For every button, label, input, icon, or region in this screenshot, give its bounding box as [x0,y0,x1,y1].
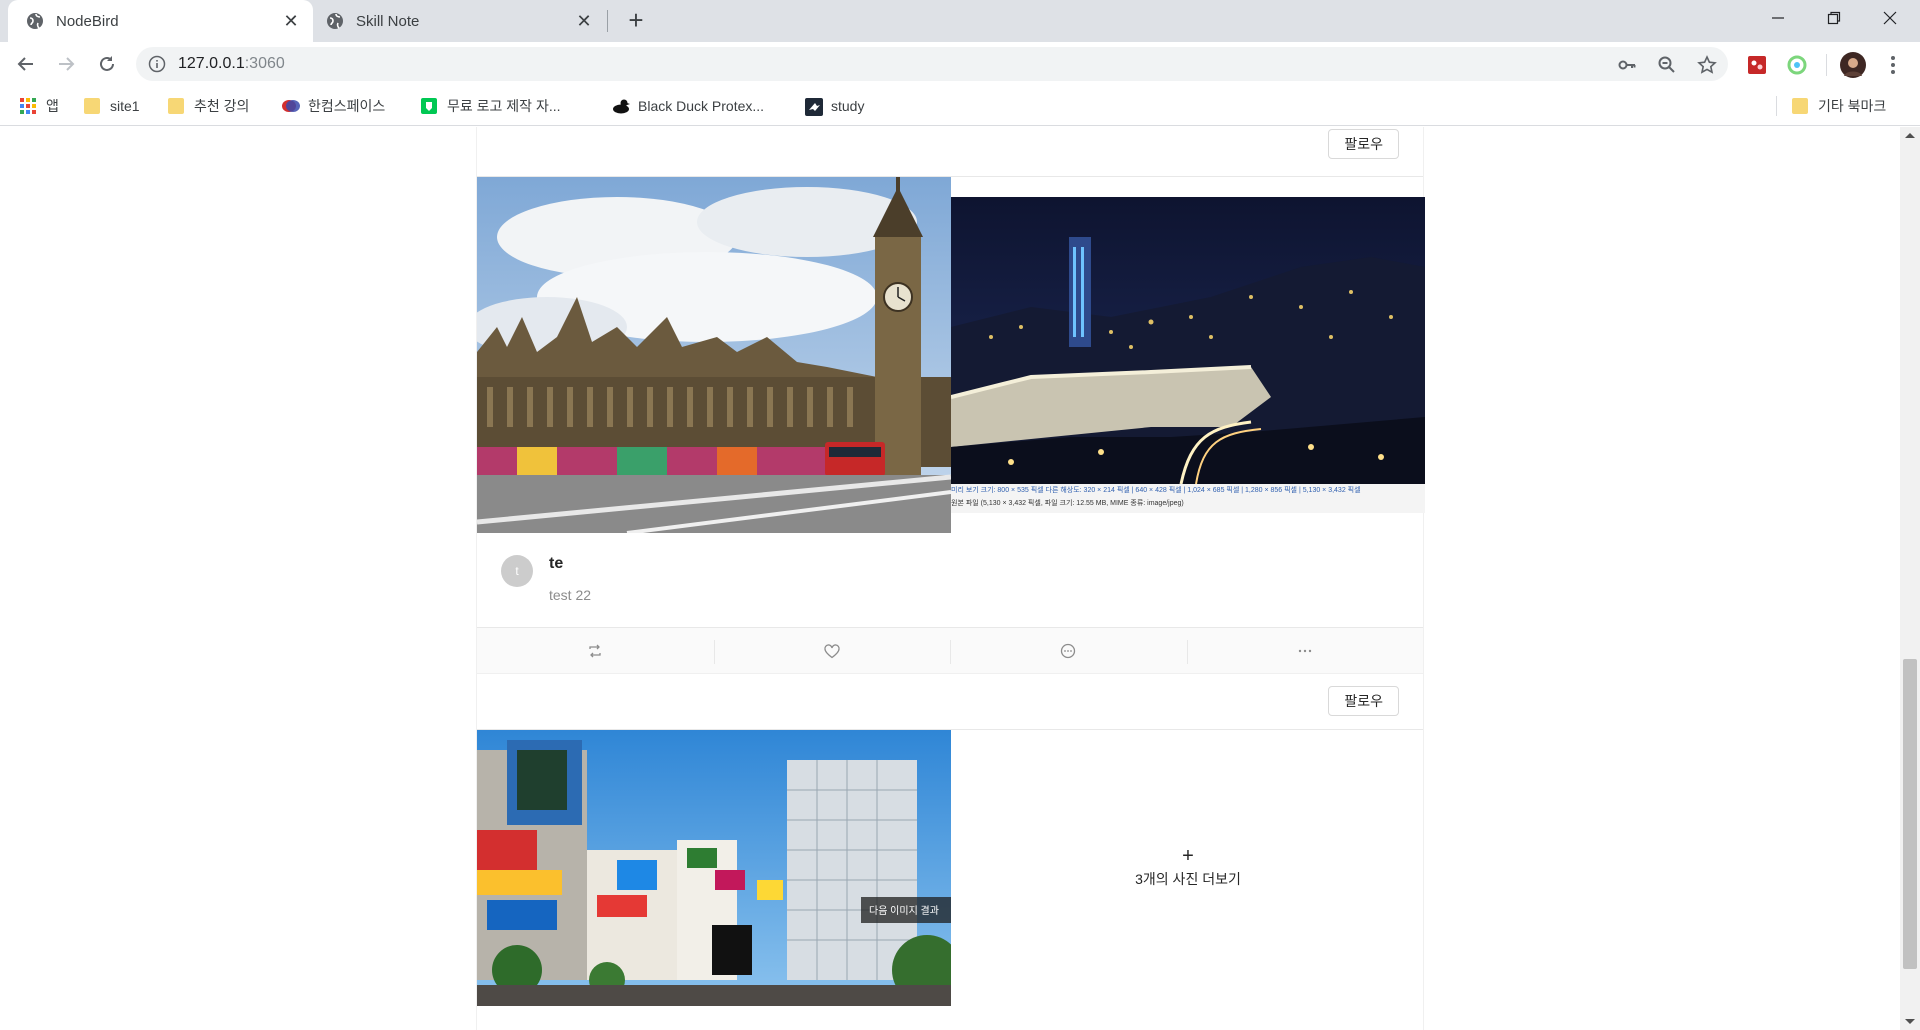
scroll-up-arrow-icon[interactable] [1905,133,1915,138]
bookmark-label: 무료 로고 제작 자... [447,98,561,114]
bookmark-star-icon[interactable] [1696,54,1718,76]
bookmark-recommended-lectures[interactable]: 추천 강의 [168,95,249,117]
bookmark-other-bookmarks[interactable]: 기타 북마크 [1792,95,1886,117]
follow-button[interactable]: 팔로우 [1328,686,1399,716]
bookmark-label: site1 [110,98,140,114]
image-caption: 미리 보기 크기: 800 × 535 픽셀 다른 해상도: 320 × 214… [951,484,1425,510]
tab-nodebird[interactable]: NodeBird ✕ [8,0,313,42]
page-scrollbar[interactable] [1900,127,1920,1030]
tab-separator [607,10,608,32]
close-icon [1883,11,1897,25]
bookmarks-bar: 앱 site1 추천 강의 한컴스페이스 무료 로고 제작 자... Black… [0,86,1920,126]
restore-icon [1827,11,1841,25]
seoul-night-city-photo[interactable]: 미리 보기 크기: 800 × 535 픽셀 다른 해상도: 320 × 214… [951,197,1425,513]
apps-grid-icon [20,98,36,114]
study-icon [805,98,823,116]
post-content: test 22 [549,587,592,603]
post-author: te [549,555,564,572]
close-tab-icon[interactable]: ✕ [281,11,301,31]
like-button[interactable] [713,628,951,674]
more-photos-label: 3개의 사진 더보기 [1135,871,1241,887]
more-options-button[interactable] [1186,628,1424,674]
globe-icon [326,12,344,30]
url-host: 127.0.0.1 [178,55,245,72]
bookmark-label: 추천 강의 [194,98,250,114]
post-actions [477,627,1423,675]
image-caption-line: 원본 파일 (5,130 × 3,432 픽셀, 파일 크기: 12.55 MB… [951,500,1184,507]
bookmark-label: 기타 북마크 [1818,98,1887,114]
bookmark-black-duck[interactable]: Black Duck Protex... [612,95,764,117]
bookmark-hancom-space[interactable]: 한컴스페이스 [282,95,385,117]
post-card-header: 팔로우 [477,674,1423,730]
post-meta: t te test 22 [477,533,1423,627]
image-caption-line: 미리 보기 크기: 800 × 535 픽셀 다른 해상도: 320 × 214… [951,487,1361,494]
back-arrow-icon [17,57,33,71]
url-text[interactable]: 127.0.0.1:3060 [178,55,285,73]
bookmarks-divider [1776,96,1777,116]
folder-icon [84,98,100,114]
globe-icon [26,12,44,30]
extension-red-icon[interactable] [1746,54,1768,76]
minimize-button[interactable] [1750,0,1806,36]
more-photos-button[interactable]: + 3개의 사진 더보기 [951,730,1425,1006]
toolbar-divider [1826,54,1827,76]
info-icon[interactable] [148,55,166,73]
post-card-header: 팔로우 [477,127,1423,177]
post-card: 팔로우 [476,127,1425,676]
reload-button[interactable] [93,50,121,78]
bookmark-site1[interactable]: site1 [84,95,140,117]
tab-title: NodeBird [56,12,119,30]
avatar[interactable]: t [501,555,533,587]
close-tab-icon[interactable]: ✕ [574,11,594,31]
minimize-icon [1772,17,1784,19]
bookmark-label: 한컴스페이스 [308,98,386,114]
big-ben-london-photo[interactable] [477,177,951,533]
comment-button[interactable] [950,628,1187,674]
scroll-thumb[interactable] [1903,659,1917,969]
black-duck-icon [612,98,630,114]
ellipsis-icon [1298,649,1311,653]
profile-avatar[interactable] [1840,52,1866,78]
tab-skill-note[interactable]: Skill Note ✕ [316,0,606,42]
forward-arrow-icon [59,57,75,71]
heart-icon [824,643,840,658]
shibuya-crossing-photo[interactable]: 다음 이미지 결과 [477,730,951,1006]
new-tab-button[interactable]: + [622,7,650,34]
folder-icon [1792,98,1808,114]
browser-toolbar: 127.0.0.1:3060 [0,42,1920,86]
bookmark-study[interactable]: study [805,95,864,117]
back-button[interactable] [12,50,40,78]
bookmark-label: Black Duck Protex... [638,98,765,114]
url-port: :3060 [244,55,285,72]
forward-button[interactable] [52,50,80,78]
restore-button[interactable] [1806,0,1862,36]
reload-icon [100,56,114,71]
key-icon[interactable] [1616,54,1638,76]
address-bar[interactable]: 127.0.0.1:3060 [136,47,1728,81]
hancom-icon [282,98,300,114]
bookmark-label: 앱 [46,98,59,114]
retweet-button[interactable] [477,628,714,674]
bookmark-label: study [831,98,865,114]
bookmark-free-logo-maker[interactable]: 무료 로고 제작 자... [421,95,561,117]
tab-strip: NodeBird ✕ Skill Note ✕ + [0,0,1920,42]
zoom-icon[interactable] [1656,54,1678,76]
tab-title: Skill Note [356,12,420,30]
image-overlay-text: 다음 이미지 결과 [869,906,939,917]
plus-icon: + [1182,845,1194,867]
message-icon [1061,643,1076,659]
scroll-down-arrow-icon[interactable] [1905,1019,1915,1024]
retweet-icon [589,644,601,658]
extension-green-circle-icon[interactable] [1786,54,1808,76]
bookmark-apps[interactable]: 앱 [20,95,59,117]
page-viewport: 팔로우 미리 보기 크기: 800 × 535 픽셀 다른 해상도: 320 ×… [0,127,1900,1030]
post-card: 팔로우 [476,673,1424,1030]
menu-kebab-icon[interactable] [1882,54,1904,76]
post-images: 미리 보기 크기: 800 × 535 픽셀 다른 해상도: 320 × 214… [477,177,1425,533]
folder-icon [168,98,184,114]
follow-button[interactable]: 팔로우 [1328,129,1399,159]
logo-maker-icon [421,98,437,114]
post-images: 다음 이미지 결과 + 3개의 사진 더보기 [477,730,1423,1006]
close-window-button[interactable] [1862,0,1918,36]
